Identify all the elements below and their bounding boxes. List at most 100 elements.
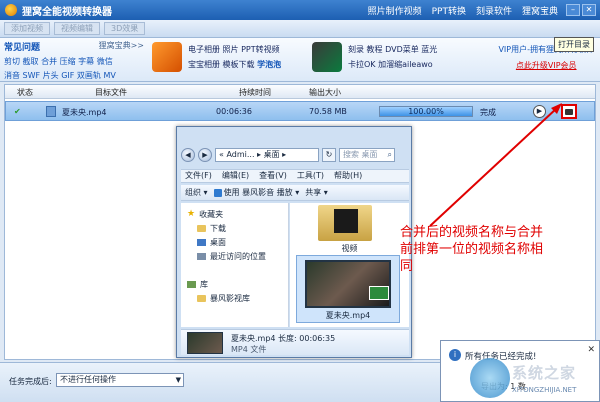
explorer-details-pane: 夏未央.mp4 长度: 00:06:35 MP4 文件 [181, 329, 409, 355]
table-header: 状态 目标文件 持续时间 输出大小 [5, 85, 595, 99]
explorer-file-pane: 视频 夏未央.mp4 [290, 203, 409, 327]
explorer-address-bar: ◀ ▶ « Admi... ▸ 桌面 ▸ ↻ 搜索 桌面 ⌕ [181, 147, 409, 163]
search-input[interactable]: 搜索 桌面 ⌕ [339, 148, 395, 162]
state-value: 完成 [480, 108, 496, 117]
explorer-window: ◀ ▶ « Admi... ▸ 桌面 ▸ ↻ 搜索 桌面 ⌕ 文件(F) 编辑(E… [176, 126, 412, 358]
organize-button[interactable]: 组织 ▾ [185, 187, 208, 198]
link-photo-video[interactable]: 照片制作视频 [368, 4, 422, 17]
watermark-url: XITONGZHIJIA.NET [512, 386, 577, 394]
size-value: 70.58 MB [309, 107, 347, 116]
promo-burn-line1[interactable]: 刻录 教程 DVD菜单 蓝光 [348, 44, 437, 55]
watermark: 系统之家 XITONGZHIJIA.NET [470, 356, 600, 402]
details-thumbnail [187, 332, 223, 354]
address-input[interactable]: « Admi... ▸ 桌面 ▸ [215, 148, 319, 162]
link-ppt-convert[interactable]: PPT转换 [432, 4, 466, 17]
recent-icon [197, 252, 206, 260]
after-task-label: 任务完成后: [9, 377, 52, 386]
link-burn-software[interactable]: 刻录软件 [476, 4, 512, 17]
after-task-select[interactable]: 不进行任何操作 ▼ [56, 373, 184, 387]
duration-value: 00:06:36 [216, 107, 252, 116]
menu-edit[interactable]: 编辑(E) [222, 170, 249, 182]
nav-desktop[interactable]: 桌面 [187, 235, 288, 249]
watermark-text: 系统之家 [512, 364, 577, 382]
3d-effect-button[interactable]: 3D效果 [104, 22, 146, 35]
video-folder-icon[interactable] [318, 205, 372, 241]
file-name: 夏未央.mp4 [62, 108, 107, 117]
faq-title: 常见问题 [4, 43, 41, 53]
open-folder-icon[interactable] [561, 104, 577, 119]
nav-downloads[interactable]: 下载 [187, 221, 288, 235]
menu-tools[interactable]: 工具(T) [297, 170, 324, 182]
close-icon[interactable]: ✕ [582, 4, 596, 16]
done-check-icon: ✔ [14, 107, 21, 116]
promo-album-line1[interactable]: 电子相册 照片 PPT转视频 [188, 44, 281, 55]
ppt-promo-icon[interactable] [152, 42, 182, 72]
promo-banner: 常见问题 狸窝宝典>> 剪切 截取 合并 压缩 字幕 微信 消音 SWF 片头 … [0, 38, 600, 82]
refresh-icon[interactable]: ↻ [322, 148, 336, 162]
menu-file[interactable]: 文件(F) [185, 170, 212, 182]
library-icon [187, 280, 196, 288]
info-icon: i [449, 349, 461, 361]
nav-storm-library[interactable]: 暴风影视库 [187, 291, 288, 305]
details-name: 夏未央.mp4 长度: 00:06:35 [231, 334, 336, 343]
details-type: MP4 文件 [231, 345, 267, 354]
app-title: 狸窝全能视频转换器 [22, 6, 112, 18]
vip-upgrade-link[interactable]: 点此升级VIP会员 [498, 60, 594, 71]
share-button[interactable]: 共享 ▾ [305, 187, 328, 198]
nav-favorites[interactable]: ★ 收藏夹 [187, 207, 288, 221]
title-bar: 狸窝全能视频转换器 照片制作视频 PPT转换 刻录软件 狸窝宝典 – ✕ [0, 0, 600, 20]
faq-links-2[interactable]: 消音 SWF 片头 GIF 双画轨 MV [4, 70, 144, 81]
back-icon[interactable]: ◀ [181, 148, 195, 162]
explorer-command-bar: 组织 ▾ 使用 暴风影音 播放 ▾ 共享 ▾ [181, 185, 409, 201]
video-edit-button[interactable]: 视频编辑 [54, 22, 100, 35]
toolbar: 添加视频 视频编辑 3D效果 [0, 20, 600, 38]
window-buttons: – ✕ [566, 4, 596, 16]
promo-burn-line2[interactable]: 卡拉OK 加溜缩aileawo [348, 59, 437, 70]
faq-more-link[interactable]: 狸窝宝典>> [99, 40, 144, 53]
header-duration: 持续时间 [239, 88, 271, 97]
close-icon[interactable]: ✕ [587, 345, 595, 355]
burn-promo-icon[interactable] [312, 42, 342, 72]
faq-panel: 常见问题 狸窝宝典>> 剪切 截取 合并 压缩 字幕 微信 消音 SWF 片头 … [4, 40, 144, 80]
video-type-icon [369, 286, 389, 300]
progress-text: 100.00% [408, 107, 444, 116]
forward-icon[interactable]: ▶ [198, 148, 212, 162]
promo-burn: 刻录 教程 DVD菜单 蓝光 卡拉OK 加溜缩aileawo [348, 44, 437, 74]
explorer-menu: 文件(F) 编辑(E) 查看(V) 工具(T) 帮助(H) [181, 169, 409, 183]
app-logo-icon [5, 4, 17, 16]
table-row[interactable]: ✔ 夏未央.mp4 00:06:36 70.58 MB 100.00% 完成 ▶ [5, 101, 595, 121]
promo-album: 电子相册 照片 PPT转视频 宝宝相册 模板下载 学泡泡 [188, 44, 281, 74]
header-target: 目标文件 [95, 88, 127, 97]
folder-icon [197, 294, 206, 302]
play-with-storm-button[interactable]: 使用 暴风影音 播放 ▾ [213, 187, 299, 198]
title-links: 照片制作视频 PPT转换 刻录软件 狸窝宝典 [368, 4, 558, 17]
video-file-label: 夏未央.mp4 [325, 311, 371, 320]
watermark-logo-icon [470, 358, 510, 398]
header-status: 状态 [17, 88, 33, 97]
faq-links-1[interactable]: 剪切 截取 合并 压缩 字幕 微信 [4, 56, 144, 67]
link-liwo-guide[interactable]: 狸窝宝典 [522, 4, 558, 17]
annotation-text: 合并后的视频名称与合并前排第一位的视频名称相同 [400, 225, 544, 274]
chevron-down-icon: ▼ [175, 376, 181, 384]
nav-recent[interactable]: 最近访问的位置 [187, 249, 288, 263]
selected-video-file[interactable]: 夏未央.mp4 [296, 255, 400, 323]
open-folder-tooltip: 打开目录 [554, 37, 594, 52]
star-icon: ★ [187, 209, 196, 219]
play-icon[interactable]: ▶ [533, 105, 546, 118]
nav-library[interactable]: 库 [187, 277, 288, 291]
storm-player-icon [213, 188, 222, 197]
video-thumbnail [305, 260, 391, 308]
header-size: 输出大小 [309, 88, 341, 97]
minimize-icon[interactable]: – [566, 4, 580, 16]
search-icon: ⌕ [387, 150, 392, 159]
desktop-icon [197, 238, 206, 246]
folder-label: 视频 [341, 244, 358, 253]
progress-bar: 100.00% [379, 106, 473, 117]
add-video-button[interactable]: 添加视频 [4, 22, 50, 35]
folder-icon [197, 224, 206, 232]
menu-view[interactable]: 查看(V) [259, 170, 287, 182]
menu-help[interactable]: 帮助(H) [334, 170, 362, 182]
explorer-nav-pane: ★ 收藏夹 下载 桌面 最近访问的位置 库 暴风影视库 [181, 203, 289, 327]
video-file-icon [46, 106, 56, 117]
promo-album-line2[interactable]: 宝宝相册 模板下载 学泡泡 [188, 59, 281, 70]
